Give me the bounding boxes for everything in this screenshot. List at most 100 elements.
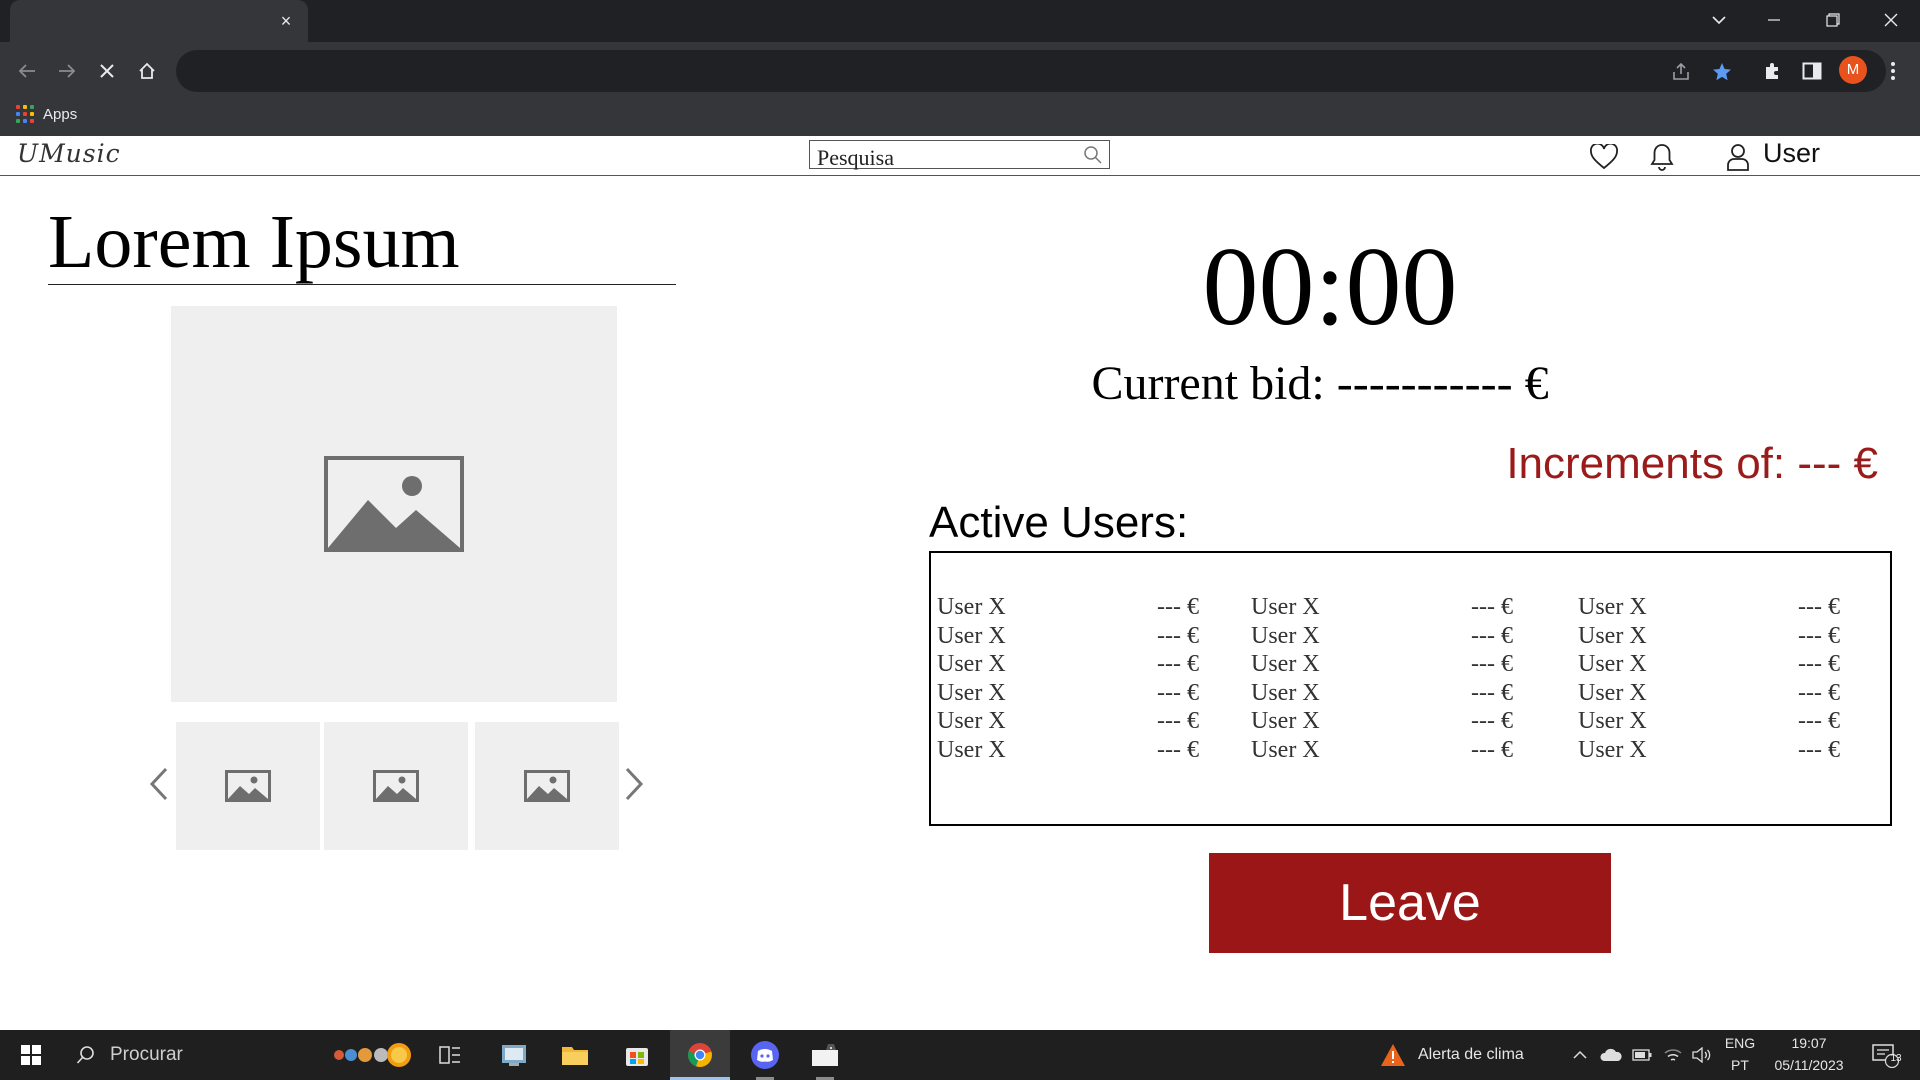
restore-icon[interactable] [1804, 0, 1862, 40]
windows-taskbar: Procurar Alerta de clima ENG PT 19:07 05… [0, 1030, 1920, 1080]
user-menu-label[interactable]: User [1763, 138, 1820, 169]
user-name: User X [937, 679, 1006, 706]
forward-icon[interactable] [50, 54, 84, 88]
browser-tab-strip: × [0, 0, 1920, 42]
taskbar-app-icon[interactable] [490, 1030, 538, 1080]
user-bid: --- € [1157, 679, 1199, 706]
taskbar-search[interactable]: Procurar [62, 1030, 322, 1080]
user-row: User X --- € [1578, 622, 1840, 651]
wifi-icon[interactable] [1660, 1030, 1686, 1080]
image-placeholder-icon [324, 456, 464, 552]
user-bid: --- € [1798, 736, 1840, 763]
users-column-1: User X --- € User X --- € User X --- € User X -… [937, 593, 1199, 765]
main-product-image [171, 306, 617, 702]
search-highlight-icon[interactable] [326, 1030, 422, 1080]
user-bid: --- € [1471, 708, 1513, 735]
user-row: User X --- € [1251, 736, 1513, 765]
address-bar[interactable] [176, 50, 1886, 92]
user-bid: --- € [1471, 651, 1513, 678]
user-name: User X [1251, 708, 1320, 735]
bell-icon[interactable] [1647, 142, 1677, 172]
site-logo[interactable]: UMusic [17, 139, 121, 168]
carousel-next-icon[interactable] [619, 760, 649, 808]
notifications-icon[interactable]: 13 [1862, 1030, 1908, 1080]
user-name: User X [1578, 651, 1647, 678]
user-row: User X --- € [937, 679, 1199, 708]
user-bid: --- € [1798, 622, 1840, 649]
extensions-icon[interactable] [1755, 54, 1789, 88]
user-icon[interactable] [1723, 142, 1753, 172]
user-name: User X [1251, 651, 1320, 678]
user-row: User X --- € [1578, 593, 1840, 622]
back-icon[interactable] [10, 54, 44, 88]
browser-tab[interactable]: × [10, 0, 308, 42]
user-row: User X --- € [1251, 593, 1513, 622]
browser-menu-icon[interactable] [1876, 54, 1910, 88]
home-icon[interactable] [130, 54, 164, 88]
discord-icon[interactable] [740, 1030, 790, 1080]
clock-time[interactable]: 19:07 [1764, 1035, 1854, 1051]
windows-start-icon[interactable] [12, 1030, 50, 1080]
tab-close-icon[interactable]: × [276, 11, 296, 31]
user-row: User X --- € [1578, 650, 1840, 679]
user-bid: --- € [1471, 736, 1513, 763]
language-bottom[interactable]: PT [1720, 1057, 1760, 1073]
user-bid: --- € [1157, 651, 1199, 678]
user-row: User X --- € [1251, 707, 1513, 736]
thumbnail-2[interactable] [324, 722, 468, 850]
user-bid: --- € [1471, 594, 1513, 620]
task-view-icon[interactable] [430, 1030, 470, 1080]
thumbnail-1[interactable] [176, 722, 320, 850]
user-name: User X [1578, 736, 1647, 763]
active-users-heading: Active Users: [929, 498, 1189, 547]
bookmark-star-icon[interactable] [1711, 61, 1733, 83]
site-header: UMusic Pesquisa User [0, 136, 1920, 176]
onedrive-icon[interactable] [1598, 1030, 1624, 1080]
user-name: User X [1578, 594, 1647, 620]
minimize-icon[interactable] [1745, 0, 1803, 40]
microsoft-store-icon[interactable] [612, 1030, 662, 1080]
browser-toolbar: M Apps [0, 42, 1920, 137]
chrome-taskbar-button[interactable] [670, 1030, 730, 1080]
user-row: User X --- € [937, 593, 1199, 622]
tray-chevron-icon[interactable] [1568, 1030, 1592, 1080]
bookmark-apps[interactable]: Apps [16, 100, 77, 128]
user-bid: --- € [1471, 679, 1513, 706]
clock-date[interactable]: 05/11/2023 [1764, 1057, 1854, 1073]
battery-icon[interactable] [1629, 1030, 1655, 1080]
taskbar-search-icon [76, 1046, 94, 1064]
file-explorer-icon[interactable] [550, 1030, 600, 1080]
search-input[interactable]: Pesquisa [809, 140, 1110, 170]
current-bid: Current bid: ----------- € [1091, 357, 1549, 410]
stop-loading-icon[interactable] [90, 54, 124, 88]
taskbar-search-label: Procurar [110, 1044, 183, 1065]
weather-alert[interactable]: Alerta de clima [1380, 1030, 1550, 1080]
profile-avatar[interactable]: M [1839, 56, 1867, 84]
carousel-prev-icon[interactable] [144, 760, 174, 808]
user-row: User X --- € [937, 650, 1199, 679]
leave-button[interactable]: Leave [1209, 853, 1611, 953]
user-row: User X --- € [937, 622, 1199, 651]
user-name: User X [937, 708, 1006, 735]
user-row: User X --- € [1578, 679, 1840, 708]
user-row: User X --- € [1578, 736, 1840, 765]
close-window-icon[interactable] [1862, 0, 1920, 40]
side-panel-icon[interactable] [1795, 54, 1829, 88]
user-row: User X --- € [1578, 707, 1840, 736]
search-placeholder: Pesquisa [817, 145, 894, 170]
apps-grid-icon [16, 105, 34, 123]
heart-icon[interactable] [1589, 142, 1619, 172]
search-icon[interactable] [1083, 145, 1103, 165]
user-bid: --- € [1157, 736, 1199, 763]
taskbar-app-icon[interactable] [800, 1030, 850, 1080]
user-row: User X --- € [1251, 679, 1513, 708]
volume-icon[interactable] [1688, 1030, 1714, 1080]
language-top[interactable]: ENG [1720, 1035, 1760, 1051]
image-placeholder-icon [524, 770, 570, 802]
thumbnail-3[interactable] [475, 722, 619, 850]
user-name: User X [937, 736, 1006, 763]
user-bid: --- € [1798, 594, 1840, 620]
user-name: User X [1251, 594, 1320, 620]
share-icon[interactable] [1670, 61, 1692, 83]
tab-search-chevron-icon[interactable] [1690, 0, 1748, 40]
